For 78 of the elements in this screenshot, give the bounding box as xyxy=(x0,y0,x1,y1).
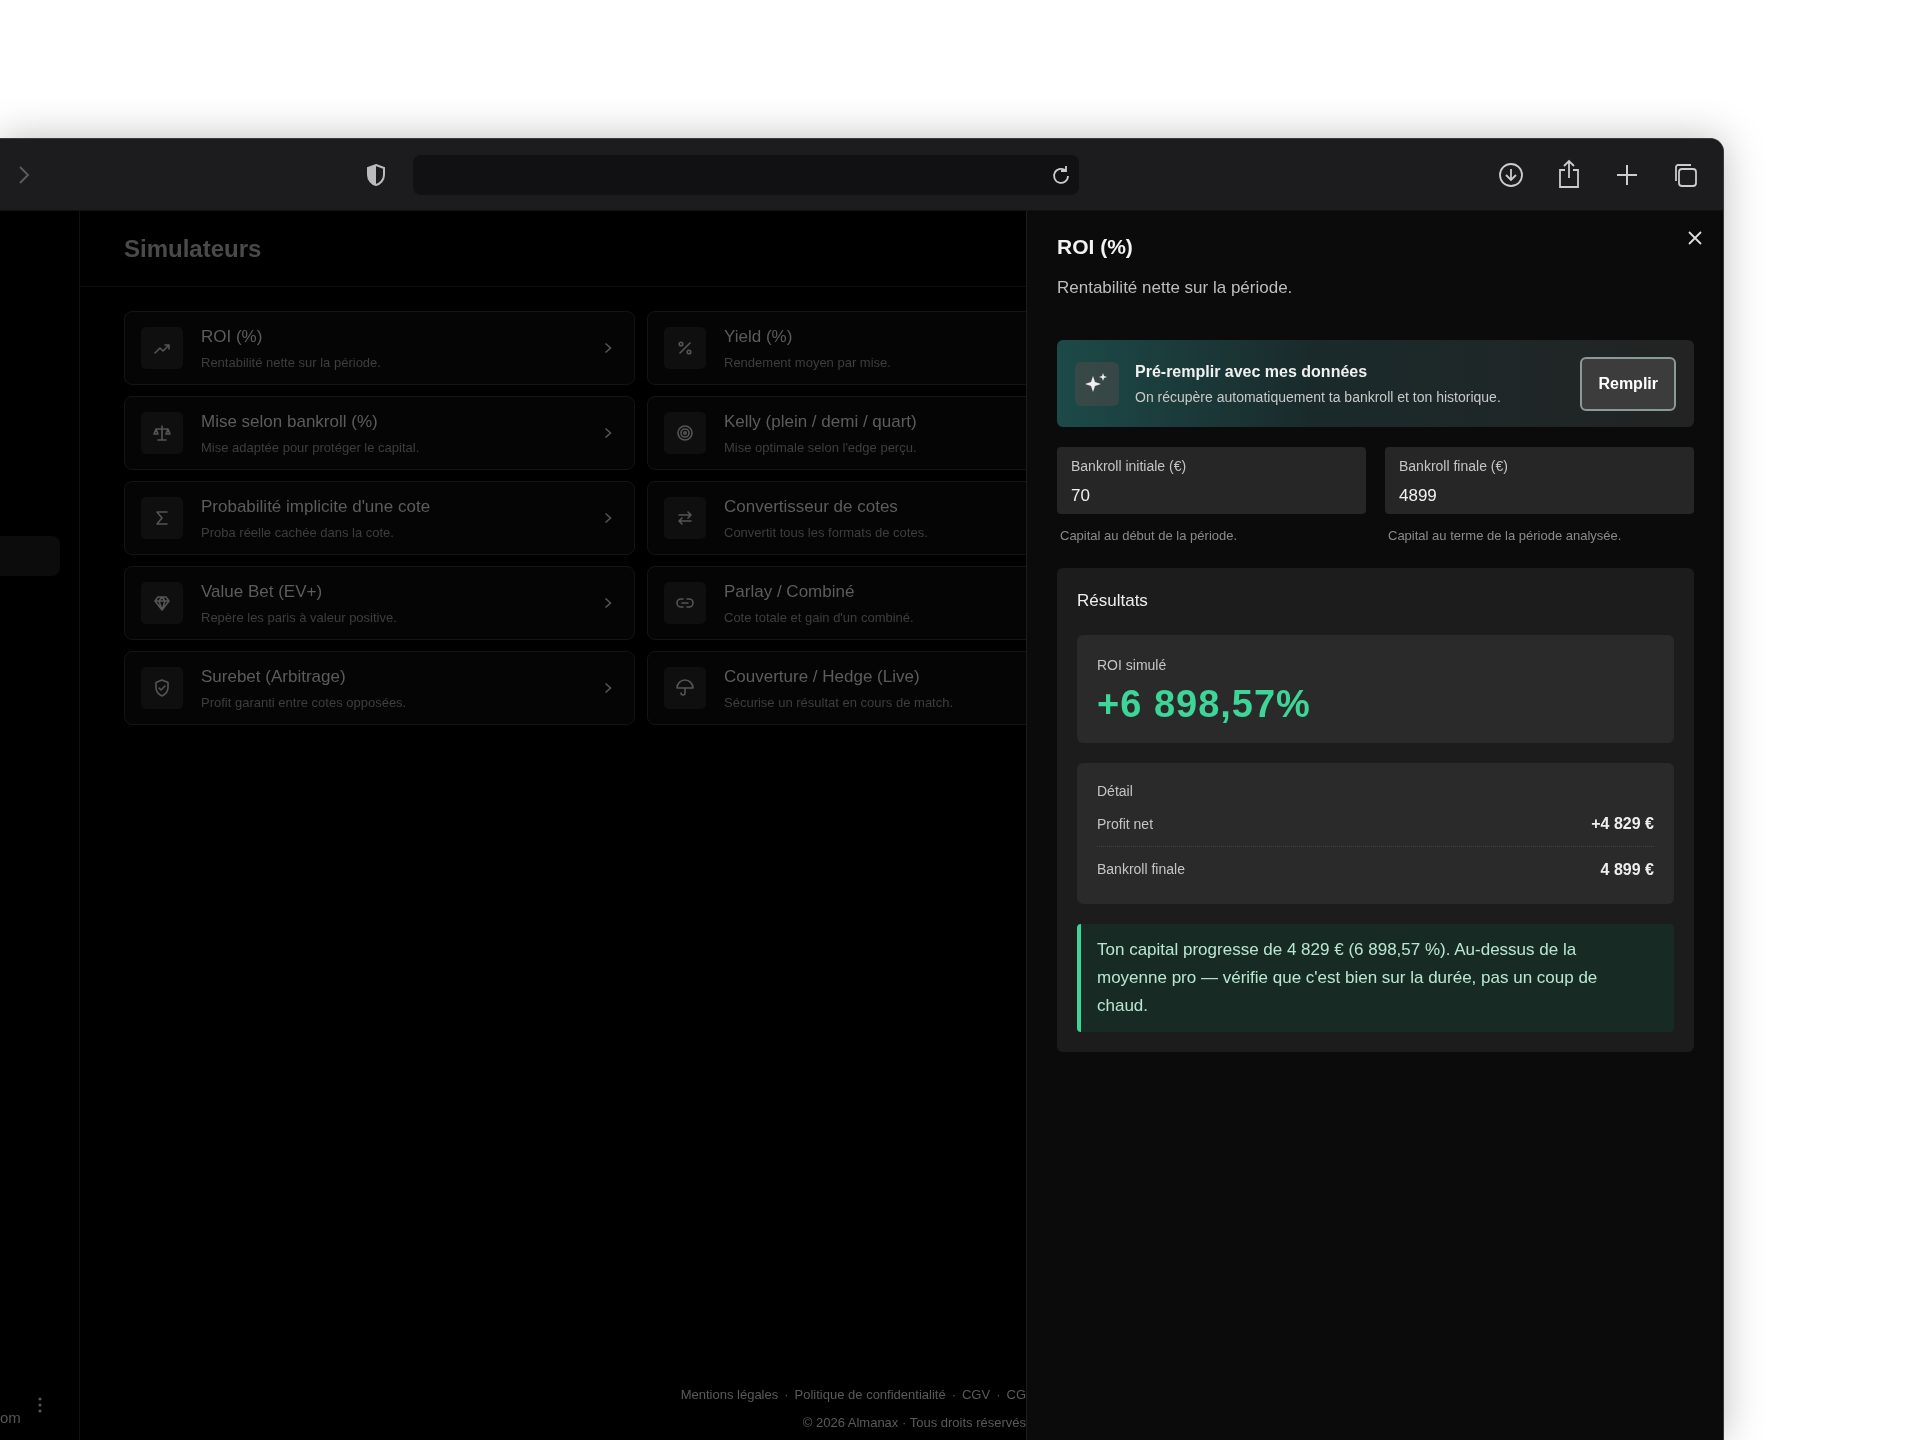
card-title: Kelly (plein / demi / quart) xyxy=(724,410,918,433)
roi-label: ROI simulé xyxy=(1097,656,1168,675)
chevron-icon xyxy=(604,342,612,354)
more-icon[interactable] xyxy=(38,1397,42,1413)
shield-icon[interactable] xyxy=(366,163,386,187)
chevron-icon xyxy=(604,512,612,524)
detail-value: +4 829 € xyxy=(1591,814,1654,834)
simulator-card[interactable]: Value Bet (EV+) Repère les paris à valeur positive. xyxy=(124,566,635,640)
panel-title: ROI (%) xyxy=(1057,234,1134,260)
reload-icon[interactable] xyxy=(1051,165,1071,185)
insight-text: Ton capital progresse de 4 829 € (6 898,57 %). Au-dessus de la moyenne pro — vérifie que c'est bien sur la durée, pas un coup de chaud. xyxy=(1097,939,1599,1017)
separator-dot: · xyxy=(951,1386,956,1404)
card-title: Surebet (Arbitrage) xyxy=(201,665,347,688)
separator-dot: · xyxy=(996,1386,1001,1404)
roi-value: +6 898,57% xyxy=(1097,682,1312,727)
card-description: Mise optimale selon l'edge perçu. xyxy=(724,439,918,457)
field-hint: Capital au début de la période. xyxy=(1060,527,1239,545)
shield-icon xyxy=(152,678,172,698)
close-icon[interactable] xyxy=(1688,231,1702,245)
simulator-card[interactable]: Yield (%) Rendement moyen par mise. xyxy=(647,311,1026,385)
card-title: Convertisseur de cotes xyxy=(724,495,899,518)
footer-link[interactable]: Mentions légales xyxy=(680,1385,779,1405)
scale-icon xyxy=(152,423,172,443)
card-description: Profit garanti entre cotes opposées. xyxy=(201,694,408,712)
plus-icon[interactable] xyxy=(1616,164,1638,186)
chevron-icon xyxy=(604,597,612,609)
copyright-text: © 2026 Almanax · Tous droits réservés xyxy=(802,1413,1026,1432)
percent-icon xyxy=(675,338,695,358)
prefill-description: On récupère automatiquement ta bankroll et ton historique. xyxy=(1135,387,1502,407)
card-title: Yield (%) xyxy=(724,325,794,348)
card-description: Convertit tous les formats de cotes. xyxy=(724,524,929,542)
share-icon[interactable] xyxy=(1557,159,1581,189)
simulator-card[interactable]: Surebet (Arbitrage) Profit garanti entre cotes opposées. xyxy=(124,651,635,725)
forward-icon[interactable] xyxy=(18,165,30,185)
simulator-card[interactable]: Mise selon bankroll (%) Mise adaptée pour protéger le capital. xyxy=(124,396,635,470)
swap-icon xyxy=(675,508,695,528)
card-title: Mise selon bankroll (%) xyxy=(201,410,379,433)
card-description: Rendement moyen par mise. xyxy=(724,354,892,372)
input-field[interactable]: Bankroll finale (€) 4899 xyxy=(1385,447,1694,514)
field-hint: Capital au terme de la période analysée. xyxy=(1388,527,1623,545)
simulator-card[interactable]: Convertisseur de cotes Convertit tous les formats de cotes. xyxy=(647,481,1026,555)
detail-value: 4 899 € xyxy=(1600,859,1654,880)
card-description: Repère les paris à valeur positive. xyxy=(201,609,398,627)
simulator-card[interactable]: Parlay / Combiné Cote totale et gain d'un combiné. xyxy=(647,566,1026,640)
panel-subtitle: Rentabilité nette sur la période. xyxy=(1057,276,1294,299)
card-description: Rentabilité nette sur la période. xyxy=(201,354,382,372)
simulator-card[interactable]: Kelly (plein / demi / quart) Mise optimale selon l'edge perçu. xyxy=(647,396,1026,470)
footer-link[interactable]: Politique de confidentialité xyxy=(794,1385,946,1405)
footer-link[interactable]: CGV xyxy=(962,1385,991,1405)
download-icon[interactable] xyxy=(1498,162,1524,188)
detail-label: Bankroll finale xyxy=(1097,860,1185,879)
fill-button[interactable]: Remplir xyxy=(1580,356,1676,411)
card-description: Cote totale et gain d'un combiné. xyxy=(724,609,915,627)
target-icon xyxy=(675,423,695,443)
sparkle-icon xyxy=(1075,361,1119,406)
umbrella-icon xyxy=(675,678,695,698)
detail-label: Profit net xyxy=(1097,814,1154,834)
separator-dot: · xyxy=(784,1386,789,1404)
chevron-icon xyxy=(604,427,612,439)
card-description: Mise adaptée pour protéger le capital. xyxy=(201,439,421,457)
simulator-card[interactable]: Probabilité implicite d'une cote Proba réelle cachée dans la cote. xyxy=(124,481,635,555)
tabs-icon[interactable] xyxy=(1672,162,1698,188)
diamond-icon xyxy=(152,593,172,613)
card-title: Couverture / Hedge (Live) xyxy=(724,665,921,688)
sidebar-text: om xyxy=(0,1408,21,1428)
card-title: Parlay / Combiné xyxy=(724,580,856,603)
results-title: Résultats xyxy=(1077,589,1149,612)
card-title: Probabilité implicite d'une cote xyxy=(201,495,432,518)
prefill-title: Pré-remplir avec mes données xyxy=(1135,361,1369,382)
card-description: Proba réelle cachée dans la cote. xyxy=(201,524,395,542)
footer-link[interactable]: CG xyxy=(1006,1385,1026,1405)
input-field[interactable]: Bankroll initiale (€) 70 xyxy=(1057,447,1366,514)
card-title: ROI (%) xyxy=(201,325,264,348)
card-title: Value Bet (EV+) xyxy=(201,580,324,603)
simulator-card[interactable]: ROI (%) Rentabilité nette sur la période. xyxy=(124,311,635,385)
detail-title: Détail xyxy=(1097,782,1134,801)
page-title: Simulateurs xyxy=(124,233,262,264)
chevron-icon xyxy=(604,682,612,694)
